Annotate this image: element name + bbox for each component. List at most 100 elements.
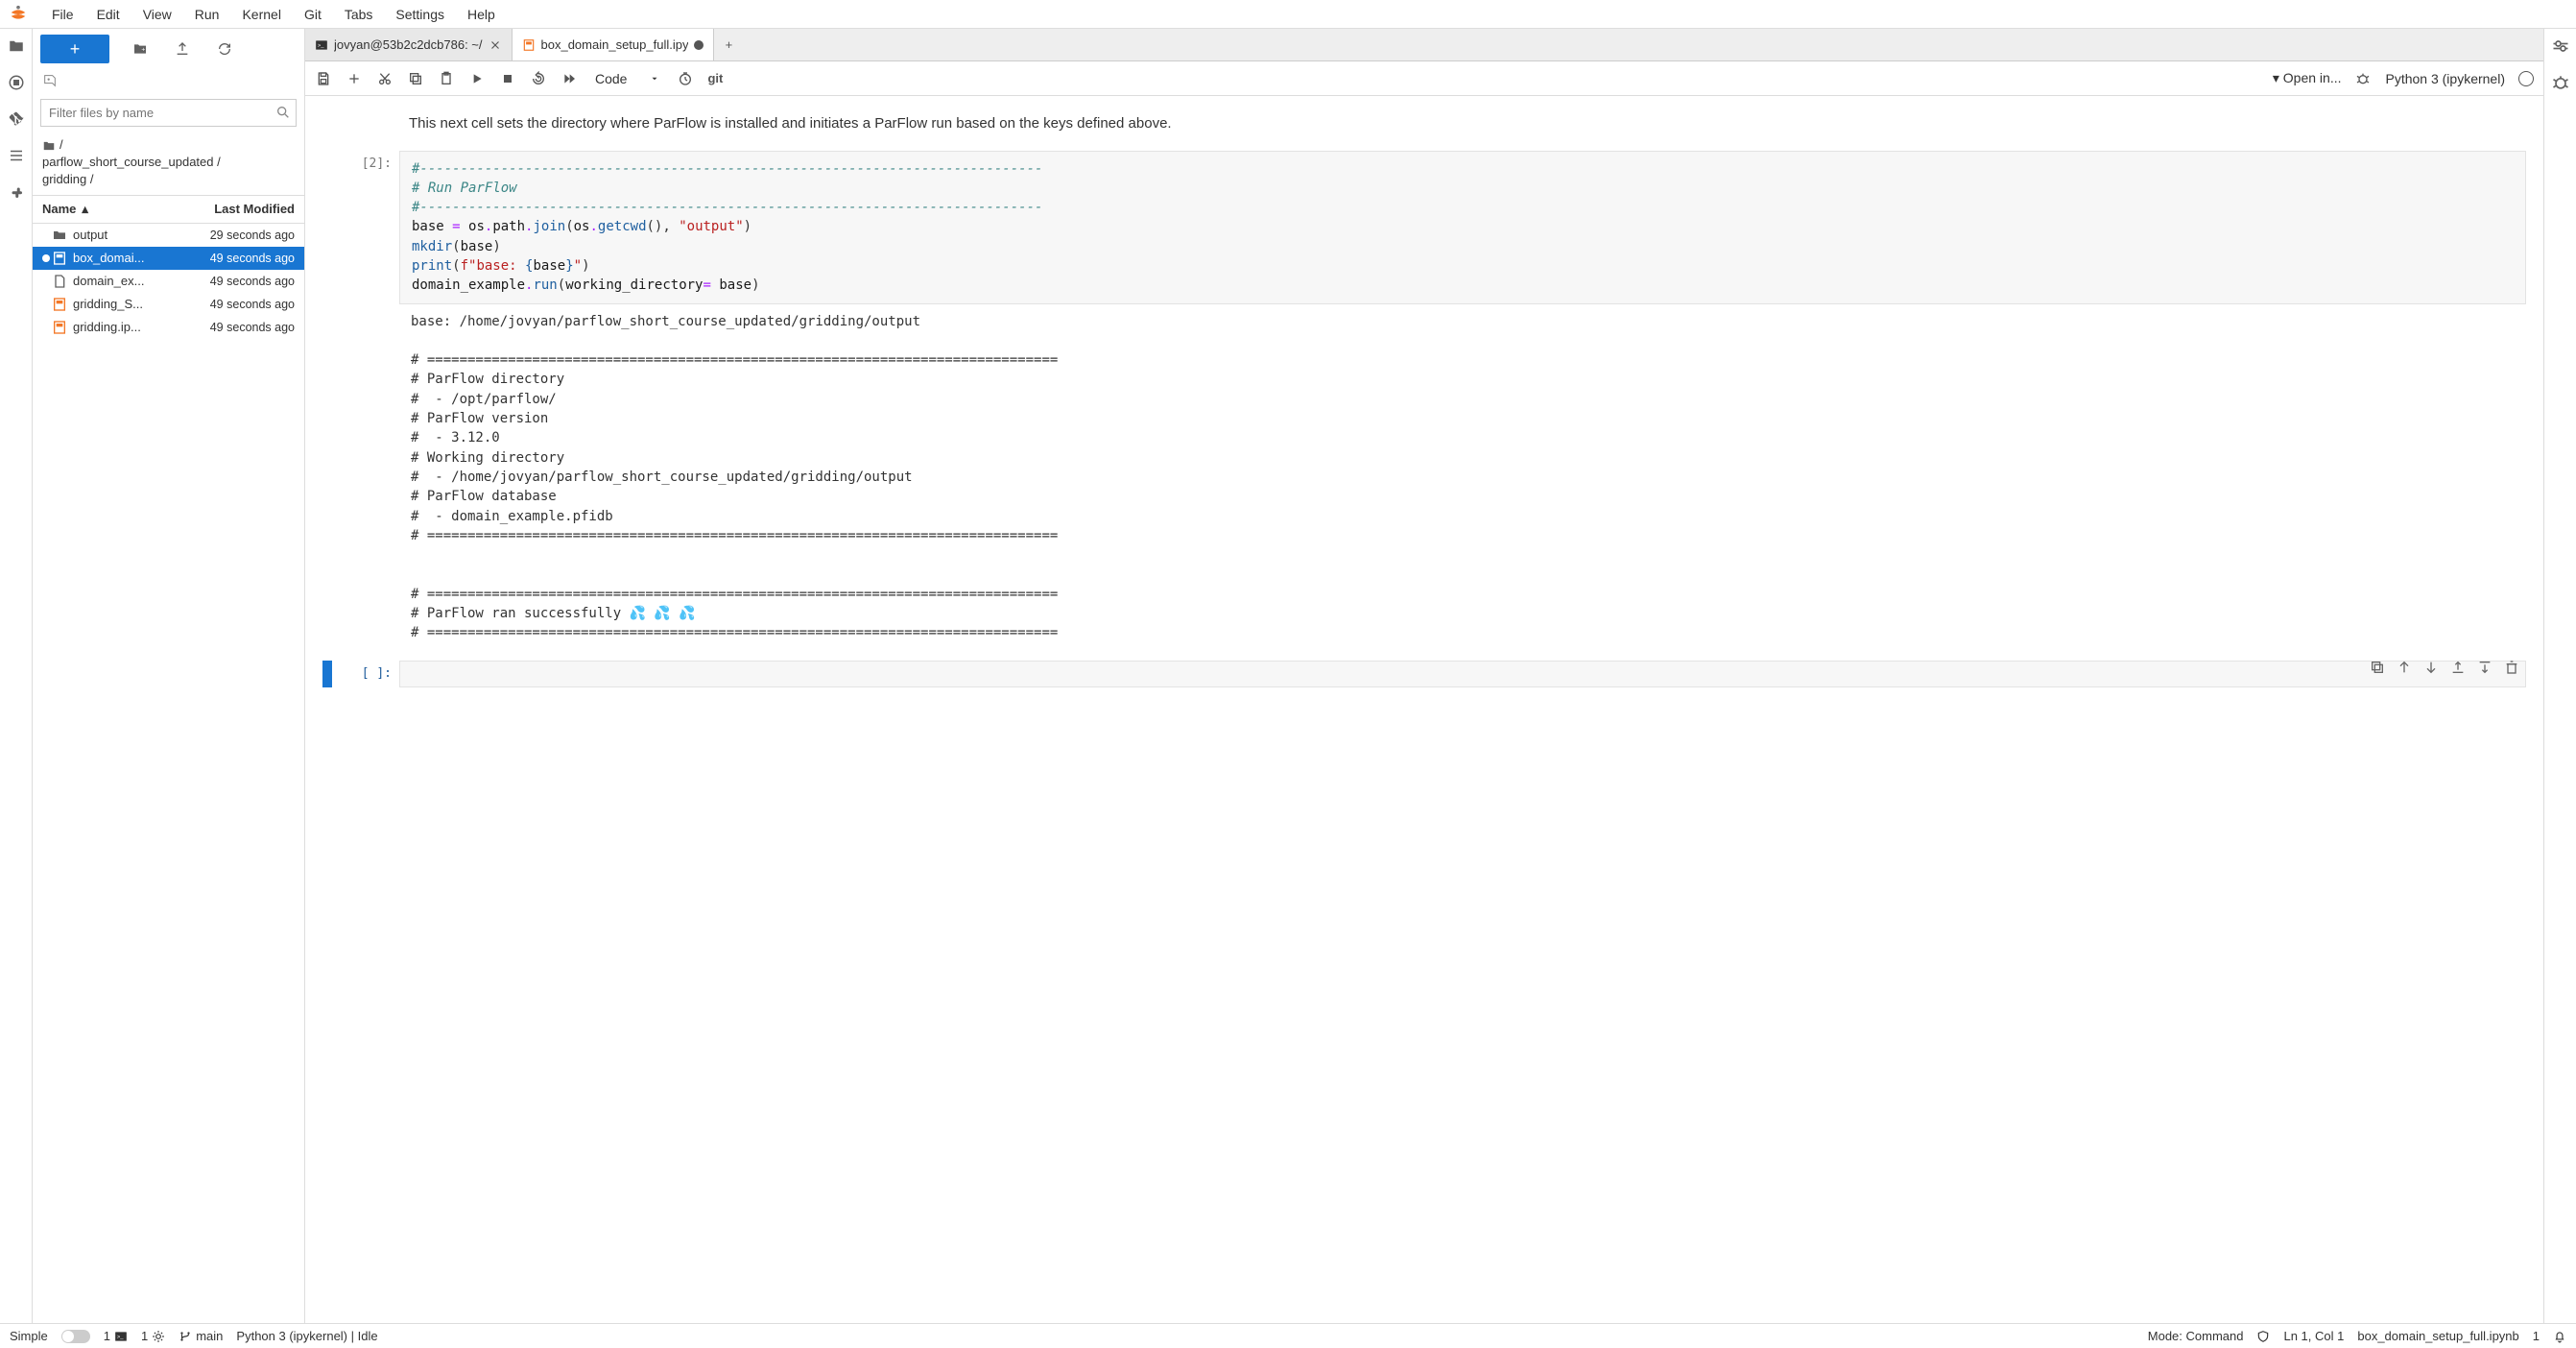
delete-icon[interactable] bbox=[2504, 660, 2519, 678]
kernels-count[interactable]: 1 bbox=[141, 1329, 165, 1343]
file-mod: 49 seconds ago bbox=[179, 275, 295, 288]
notebook-icon bbox=[522, 38, 536, 52]
insert-below-icon[interactable] bbox=[2477, 660, 2493, 678]
tab-bar: >_ jovyan@53b2c2dcb786: ~/ box_domain_se… bbox=[305, 29, 2543, 61]
notebook-trust-icon[interactable] bbox=[2256, 1330, 2270, 1343]
file-filter-input[interactable] bbox=[40, 99, 297, 127]
notebook-toolbar: Code git ▾ Open in... Python 3 (ipykerne… bbox=[305, 61, 2543, 96]
file-browser-panel: + + / parflow_short_course_updated / gri… bbox=[33, 29, 305, 1323]
kernel-status-icon[interactable] bbox=[2518, 71, 2534, 86]
list-item[interactable]: box_domai... 49 seconds ago bbox=[33, 247, 304, 270]
notification-count[interactable]: 1 bbox=[2533, 1329, 2540, 1343]
kernel-name[interactable]: Python 3 (ipykernel) bbox=[2385, 71, 2505, 86]
simple-toggle[interactable] bbox=[61, 1330, 90, 1343]
move-down-icon[interactable] bbox=[2423, 660, 2439, 678]
breadcrumb[interactable]: / parflow_short_course_updated / griddin… bbox=[33, 131, 304, 195]
list-item[interactable]: output 29 seconds ago bbox=[33, 224, 304, 247]
running-icon[interactable] bbox=[7, 73, 26, 92]
breadcrumb-seg1[interactable]: parflow_short_course_updated / bbox=[42, 155, 221, 169]
insert-above-icon[interactable] bbox=[2450, 660, 2466, 678]
file-filter bbox=[33, 95, 304, 131]
list-item[interactable]: domain_ex... 49 seconds ago bbox=[33, 270, 304, 293]
file-mask-row bbox=[33, 69, 304, 95]
file-mod: 49 seconds ago bbox=[179, 252, 295, 265]
code-output: base: /home/jovyan/parflow_short_course_… bbox=[399, 304, 2526, 651]
cell-prompt: [2]: bbox=[332, 151, 399, 651]
add-cell-icon[interactable] bbox=[346, 70, 363, 87]
move-up-icon[interactable] bbox=[2397, 660, 2412, 678]
file-name: box_domai... bbox=[73, 251, 179, 265]
timing-icon[interactable] bbox=[677, 70, 694, 87]
duplicate-icon[interactable] bbox=[2370, 660, 2385, 678]
file-mod: 49 seconds ago bbox=[179, 321, 295, 334]
status-bar: Simple 1 >_ 1 main Python 3 (ipykernel) … bbox=[0, 1323, 2576, 1348]
code-cell[interactable]: [2]: #----------------------------------… bbox=[322, 151, 2526, 651]
menu-tabs[interactable]: Tabs bbox=[335, 3, 383, 26]
menu-git[interactable]: Git bbox=[295, 3, 331, 26]
file-list-header[interactable]: Name ▴ Last Modified bbox=[33, 195, 304, 224]
file-mod: 29 seconds ago bbox=[179, 229, 295, 242]
git-branch[interactable]: main bbox=[179, 1329, 223, 1343]
run-icon[interactable] bbox=[468, 70, 486, 87]
cell-type-selector[interactable]: Code bbox=[591, 69, 663, 88]
menu-run[interactable]: Run bbox=[185, 3, 229, 26]
code-input[interactable] bbox=[399, 661, 2526, 687]
menu-help[interactable]: Help bbox=[458, 3, 505, 26]
terminals-count[interactable]: 1 >_ bbox=[104, 1329, 128, 1343]
new-folder-icon[interactable]: + bbox=[129, 37, 152, 60]
kernel-status[interactable]: Python 3 (ipykernel) | Idle bbox=[236, 1329, 377, 1343]
markdown-cell[interactable]: This next cell sets the directory where … bbox=[322, 106, 2526, 151]
menu-kernel[interactable]: Kernel bbox=[232, 3, 290, 26]
debugger-icon[interactable] bbox=[2551, 73, 2570, 92]
code-cell[interactable]: [ ]: bbox=[322, 661, 2526, 687]
jupyter-logo-icon[interactable] bbox=[8, 4, 29, 25]
menu-file[interactable]: File bbox=[42, 3, 83, 26]
restart-icon[interactable] bbox=[530, 70, 547, 87]
notebook-icon bbox=[52, 297, 67, 312]
git-icon[interactable] bbox=[7, 109, 26, 129]
upload-icon[interactable] bbox=[171, 37, 194, 60]
menu-settings[interactable]: Settings bbox=[386, 3, 454, 26]
menu-view[interactable]: View bbox=[133, 3, 181, 26]
editor-area: >_ jovyan@53b2c2dcb786: ~/ box_domain_se… bbox=[305, 29, 2543, 1323]
menu-bar: File Edit View Run Kernel Git Tabs Setti… bbox=[0, 0, 2576, 29]
restart-run-all-icon[interactable] bbox=[561, 70, 578, 87]
cut-icon[interactable] bbox=[376, 70, 394, 87]
bug-icon[interactable] bbox=[2354, 70, 2372, 87]
right-activity-rail bbox=[2543, 29, 2576, 1323]
file-name: output bbox=[73, 228, 179, 242]
file-icon bbox=[52, 274, 67, 289]
refresh-icon[interactable] bbox=[213, 37, 236, 60]
save-icon[interactable] bbox=[315, 70, 332, 87]
new-launcher-button[interactable]: + bbox=[40, 35, 109, 63]
terminal-icon: >_ bbox=[315, 38, 328, 52]
interrupt-icon[interactable] bbox=[499, 70, 516, 87]
cell-prompt: [ ]: bbox=[332, 661, 399, 687]
menu-edit[interactable]: Edit bbox=[87, 3, 130, 26]
folder-icon[interactable] bbox=[7, 36, 26, 56]
breadcrumb-seg2[interactable]: gridding / bbox=[42, 172, 93, 186]
open-in-dropdown[interactable]: ▾ Open in... bbox=[2273, 70, 2342, 86]
tab-terminal[interactable]: >_ jovyan@53b2c2dcb786: ~/ bbox=[305, 29, 513, 60]
svg-text:>_: >_ bbox=[117, 1334, 124, 1339]
code-input[interactable]: #---------------------------------------… bbox=[399, 151, 2526, 304]
document-name[interactable]: box_domain_setup_full.ipynb bbox=[2357, 1329, 2518, 1343]
breadcrumb-root[interactable]: / bbox=[60, 137, 63, 152]
cursor-position[interactable]: Ln 1, Col 1 bbox=[2283, 1329, 2344, 1343]
list-item[interactable]: gridding.ip... 49 seconds ago bbox=[33, 316, 304, 339]
add-tab-button[interactable]: + bbox=[714, 37, 743, 52]
folder-icon bbox=[52, 228, 67, 243]
toc-icon[interactable] bbox=[7, 146, 26, 165]
paste-icon[interactable] bbox=[438, 70, 455, 87]
bell-icon[interactable] bbox=[2553, 1330, 2566, 1343]
list-item[interactable]: gridding_S... 49 seconds ago bbox=[33, 293, 304, 316]
property-inspector-icon[interactable] bbox=[2551, 36, 2570, 56]
notebook-content: This next cell sets the directory where … bbox=[305, 96, 2543, 1323]
left-activity-rail bbox=[0, 29, 33, 1323]
copy-icon[interactable] bbox=[407, 70, 424, 87]
close-icon[interactable] bbox=[489, 38, 502, 52]
extensions-icon[interactable] bbox=[7, 182, 26, 202]
tab-notebook[interactable]: box_domain_setup_full.ipy bbox=[513, 29, 715, 60]
git-text[interactable]: git bbox=[707, 70, 723, 87]
editor-mode[interactable]: Mode: Command bbox=[2148, 1329, 2244, 1343]
